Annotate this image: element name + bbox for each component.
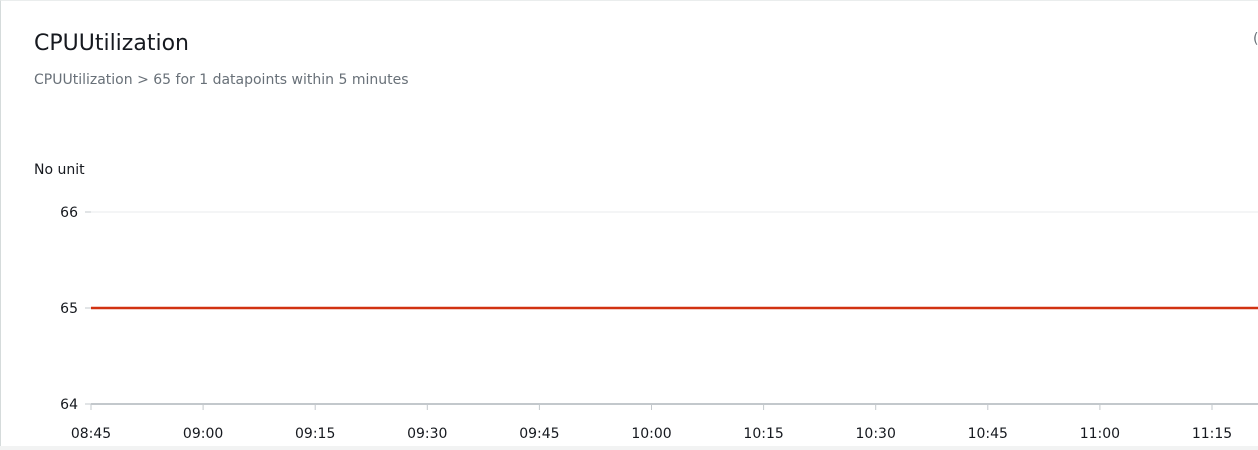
x-tick-label: 10:30 <box>856 426 896 442</box>
x-tick-label: 11:15 <box>1192 426 1232 442</box>
x-tick-label: 09:45 <box>519 426 559 442</box>
line-chart: 66 65 64 08:45 09:00 09:15 09:30 09:45 10:00 10:1… <box>60 205 1258 442</box>
y-tick-label: 66 <box>60 205 78 221</box>
x-tick-label: 10:15 <box>743 426 783 442</box>
x-tick-label: 10:00 <box>631 426 671 442</box>
y-tick-label: 64 <box>60 397 78 413</box>
x-tick-label: 09:00 <box>183 426 223 442</box>
x-tick-label: 10:45 <box>968 426 1008 442</box>
x-tick-label: 09:15 <box>295 426 335 442</box>
x-tick-label: 09:30 <box>407 426 447 442</box>
x-tick-label: 11:00 <box>1080 426 1120 442</box>
y-tick-label: 65 <box>60 301 78 317</box>
x-tick-label: 08:45 <box>71 426 111 442</box>
panel-bottom-border <box>0 446 1258 450</box>
chart-widget: CPUUtilization CPUUtilization > 65 for 1… <box>0 0 1258 446</box>
